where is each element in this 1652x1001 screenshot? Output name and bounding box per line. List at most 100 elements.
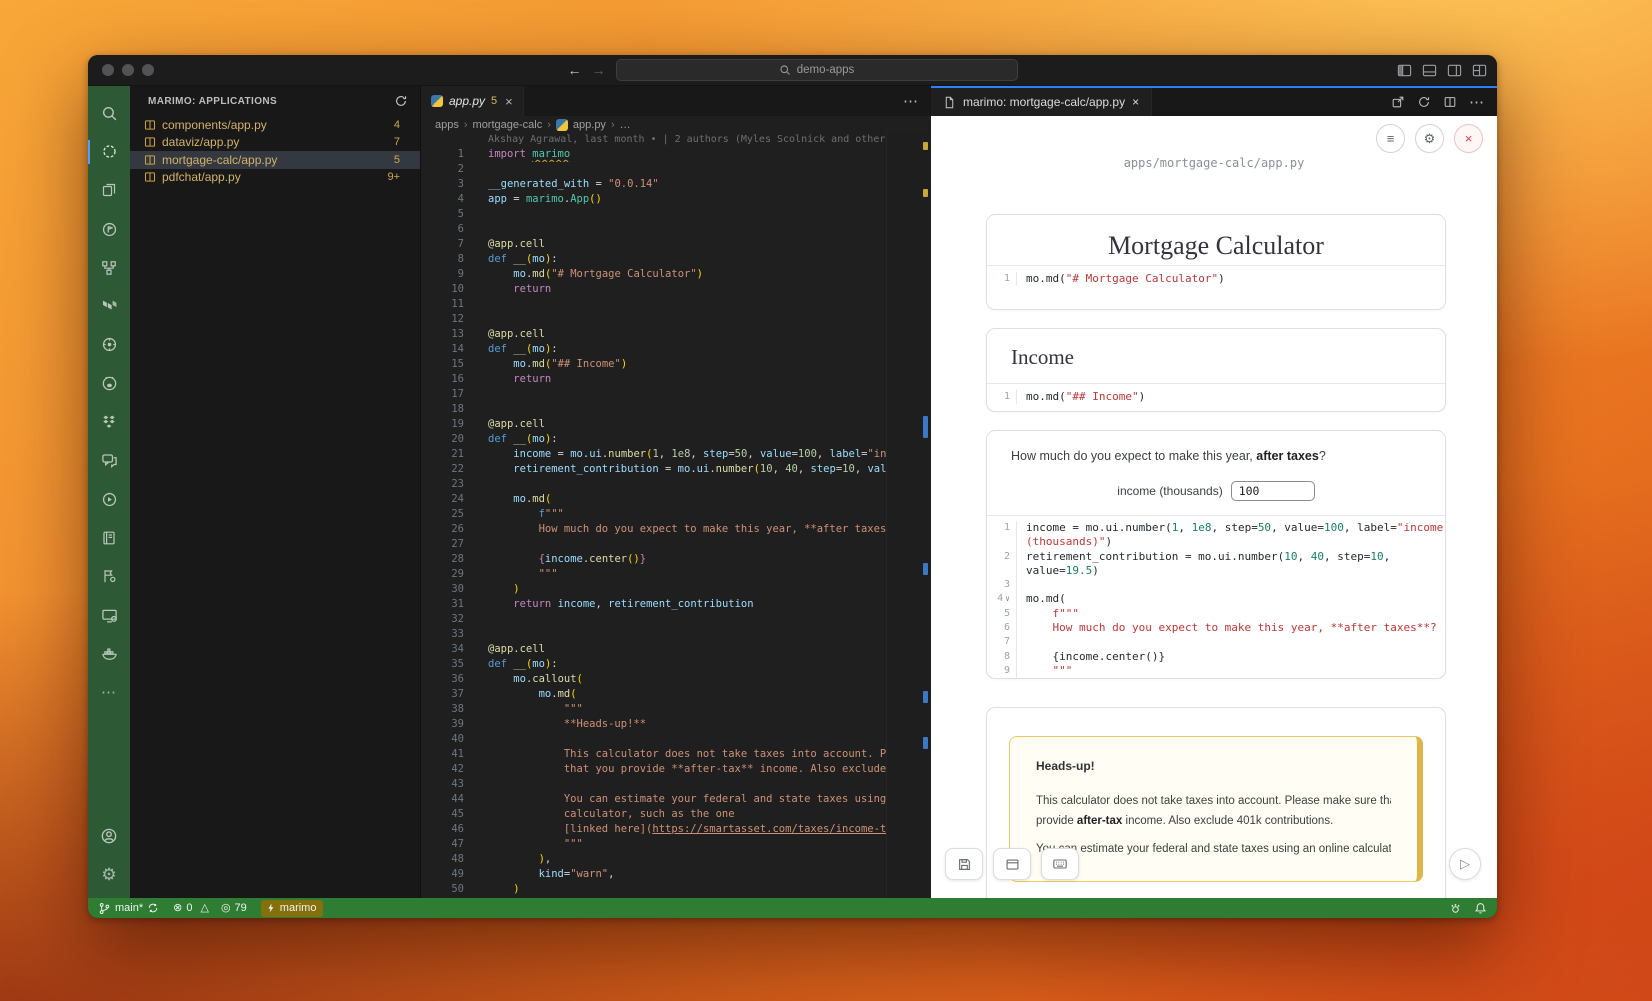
code-line[interactable]: 30 ) [421,582,931,597]
git-branch-item[interactable]: main* [98,902,159,915]
code-line[interactable]: 17 [421,387,931,402]
forward-arrow-icon[interactable]: → [592,63,606,77]
toggle-secondary-sidebar-icon[interactable] [1447,63,1462,78]
minimap[interactable] [886,133,931,898]
code-line[interactable]: 15 mo.md("## Income") [421,357,931,372]
breadcrumb[interactable]: apps› mortgage-calc› app.py› … [421,116,931,133]
account-icon[interactable] [88,817,130,856]
shutdown-button[interactable]: × [1454,124,1483,153]
run-button[interactable]: ▷ [1449,848,1481,880]
code-line[interactable]: 1income = mo.ui.number(1, 1e8, step=50, … [987,521,1445,535]
file-item-dataviz[interactable]: dataviz/app.py 7 [130,134,420,152]
code-line[interactable]: 37 mo.md( [421,687,931,702]
save-button[interactable] [945,848,983,880]
code-line[interactable]: 31 return income, retirement_contributio… [421,597,931,612]
refresh-icon[interactable] [1417,95,1431,109]
comments-icon[interactable] [88,441,130,480]
dropbox-icon[interactable] [88,403,130,442]
cell-code[interactable]: 1 mo.md("## Income") [987,383,1445,410]
code-line[interactable]: 45 calculator, such as the one [421,807,931,822]
open-in-browser-icon[interactable] [1391,95,1405,109]
cell-code[interactable]: 1 mo.md("# Mortgage Calculator") [987,265,1445,292]
code-line[interactable]: 40 [421,732,931,747]
tab-app-py[interactable]: app.py 5 × [421,86,524,116]
code-line[interactable]: 14def __(mo): [421,342,931,357]
code-line[interactable]: 26 How much do you expect to make this y… [421,522,931,537]
code-line[interactable]: 22 retirement_contribution = mo.ui.numbe… [421,462,931,477]
copy-pages-icon[interactable] [88,171,130,210]
code-line[interactable]: 38 """ [421,702,931,717]
bug-icon[interactable] [1449,902,1462,915]
code-line[interactable]: 27 [421,537,931,552]
code-line[interactable]: (thousands)") [987,535,1445,549]
settings-button[interactable]: ⚙ [1415,124,1444,153]
back-arrow-icon[interactable]: ← [568,63,582,77]
code-line[interactable]: 25 f""" [421,507,931,522]
code-line[interactable]: 33 [421,627,931,642]
minimize-traffic-light[interactable] [122,64,134,76]
org-nodes-icon[interactable] [88,248,130,287]
more-actions-icon[interactable]: ⋯ [88,673,130,712]
code-line[interactable]: 49 kind="warn", [421,867,931,882]
file-item-components[interactable]: components/app.py 4 [130,116,420,134]
code-line[interactable]: 6 How much do you expect to make this ye… [987,621,1445,635]
code-line[interactable]: 9 """ [987,664,1445,678]
customize-layout-icon[interactable] [1472,63,1487,78]
close-tab-icon[interactable]: × [1132,95,1139,109]
code-line[interactable]: 19@app.cell [421,417,931,432]
code-area[interactable]: 1import marimo23__generated_with = "0.0.… [421,147,931,897]
code-line[interactable]: 35def __(mo): [421,657,931,672]
code-line[interactable]: 23 [421,477,931,492]
code-line[interactable]: 2retirement_contribution = mo.ui.number(… [987,550,1445,579]
command-center-search[interactable]: demo-apps [616,59,1018,81]
terraform-icon[interactable] [88,287,130,326]
code-line[interactable]: 24 mo.md( [421,492,931,507]
close-tab-icon[interactable]: × [505,94,513,109]
cell-title[interactable]: Mortgage Calculator 1 mo.md("# Mortgage … [986,214,1446,310]
code-line[interactable]: 4∨mo.md( [987,592,1445,606]
file-item-pdfchat[interactable]: pdfchat/app.py 9+ [130,169,420,187]
code-line[interactable]: 47 """ [421,837,931,852]
code-line[interactable]: 5 [421,207,931,222]
cell-code[interactable]: 1income = mo.ui.number(1, 1e8, step=50, … [987,515,1445,679]
code-line[interactable]: 12 [421,312,931,327]
menu-button[interactable]: ≡ [1376,124,1405,153]
code-line[interactable]: 9 mo.md("# Mortgage Calculator") [421,267,931,282]
code-line[interactable]: 3__generated_with = "0.0.14" [421,177,931,192]
search-icon[interactable] [88,94,130,133]
code-line[interactable]: 21 income = mo.ui.number(1, 1e8, step=50… [421,447,931,462]
code-line[interactable]: 29 """ [421,567,931,582]
editor-more-actions-icon[interactable]: ⋯ [903,92,919,110]
code-line[interactable]: 1import marimo [421,147,931,162]
open-window-button[interactable] [993,848,1031,880]
code-line[interactable]: 36 mo.callout( [421,672,931,687]
code-line[interactable]: 6 [421,222,931,237]
code-line[interactable]: 41 This calculator does not take taxes i… [421,747,931,762]
docker-icon[interactable] [88,634,130,673]
cell-income-heading[interactable]: Income 1 mo.md("## Income") [986,328,1446,412]
code-line[interactable]: 13@app.cell [421,327,931,342]
settings-gear-icon[interactable]: ⚙ [88,855,130,894]
code-line[interactable]: 7 [987,635,1445,649]
refresh-icon[interactable] [394,94,408,108]
code-line[interactable]: 20def __(mo): [421,432,931,447]
code-line[interactable]: 46 [linked here](https://smartasset.com/… [421,822,931,837]
toggle-panel-icon[interactable] [1422,63,1437,78]
keyboard-shortcuts-button[interactable] [1041,848,1079,880]
code-line[interactable]: 34@app.cell [421,642,931,657]
tab-marimo-preview[interactable]: marimo: mortgage-calc/app.py × [931,88,1152,116]
income-number-input[interactable] [1231,481,1315,501]
code-line[interactable]: 4app = marimo.App() [421,192,931,207]
marimo-extension-icon[interactable] [88,133,130,172]
notifications-bell-icon[interactable] [1474,902,1487,915]
code-line[interactable]: 44 You can estimate your federal and sta… [421,792,931,807]
remote-monitor-icon[interactable] [88,596,130,635]
cell-income-form[interactable]: How much do you expect to make this year… [986,430,1446,679]
github-icon[interactable] [88,364,130,403]
code-line[interactable]: 8def __(mo): [421,252,931,267]
code-line[interactable]: 50 ) [421,882,931,897]
code-line[interactable]: 18 [421,402,931,417]
code-line[interactable]: 48 ), [421,852,931,867]
code-line[interactable]: 28 {income.center()} [421,552,931,567]
more-actions-icon[interactable]: ⋯ [1469,93,1485,111]
